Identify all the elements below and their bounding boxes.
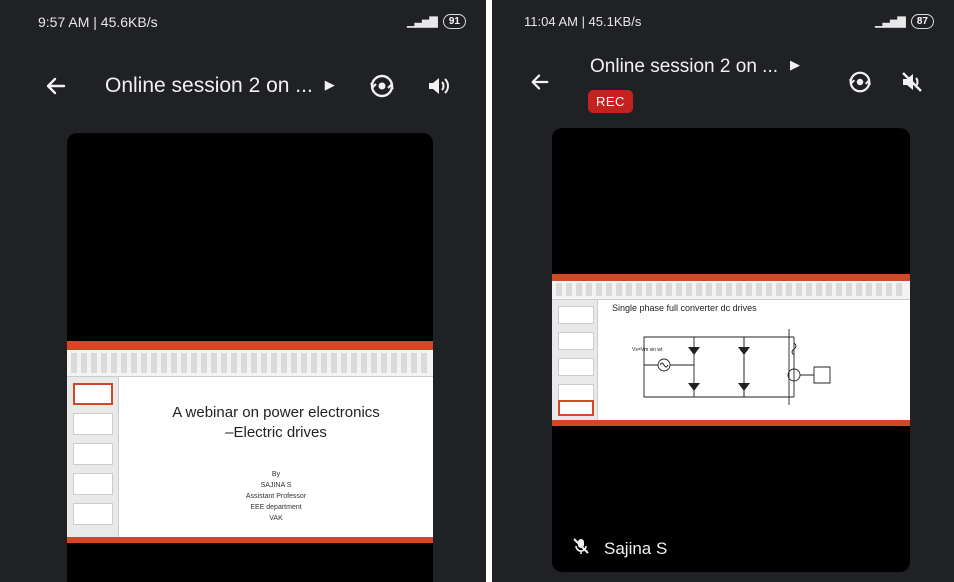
- right-screenshot: 11:04 AM | 45.1KB/s ▁▃▅▇ 87 Online sessi…: [492, 0, 954, 582]
- presentation-window: Single phase full converter dc drives Vs…: [552, 274, 910, 426]
- ppt-statusbar: [67, 537, 433, 543]
- slide-title-line-2: –Electric drives: [225, 424, 327, 441]
- caret-right-icon: ▶: [324, 77, 335, 92]
- slide-canvas: Single phase full converter dc drives Vs…: [600, 301, 908, 418]
- slide-canvas: A webinar on power electronics –Electric…: [121, 379, 431, 535]
- back-arrow-icon[interactable]: [36, 66, 76, 106]
- meeting-title-text: Online session 2 on ...: [105, 74, 313, 97]
- presentation-window: A webinar on power electronics –Electric…: [67, 341, 433, 543]
- circuit-diagram: Vs=Vm sin wt: [632, 329, 831, 405]
- speaker-muted-icon[interactable]: [892, 62, 932, 102]
- shared-screen: A webinar on power electronics –Electric…: [67, 133, 433, 582]
- meeting-title[interactable]: Online session 2 on ... ▶: [105, 74, 335, 98]
- credit-line: SAJINA S: [260, 482, 292, 489]
- caret-right-icon: ▶: [790, 57, 800, 72]
- slide-thumbnails: [552, 300, 598, 420]
- circuit-label: Vs=Vm sin wt: [632, 347, 663, 353]
- shared-screen: Single phase full converter dc drives Vs…: [552, 128, 910, 572]
- ppt-statusbar: [552, 420, 910, 426]
- status-bar: 9:57 AM | 45.6KB/s ▁▃▅▇ 91: [0, 14, 486, 36]
- slide-title: Single phase full converter dc drives: [612, 303, 757, 313]
- switch-camera-icon[interactable]: [840, 62, 880, 102]
- credit-line: EEE department: [250, 504, 302, 511]
- credit-line: By: [271, 471, 281, 478]
- recording-badge: REC: [588, 90, 633, 113]
- signal-icon: ▁▃▅▇: [875, 16, 906, 28]
- status-time: 9:57 AM | 45.6KB/s: [38, 14, 158, 30]
- status-time: 11:04 AM | 45.1KB/s: [524, 14, 642, 29]
- meeting-title-text: Online session 2 on ...: [590, 56, 778, 77]
- back-arrow-icon[interactable]: [520, 62, 560, 102]
- mic-muted-icon: [572, 537, 590, 560]
- switch-camera-icon[interactable]: [362, 66, 402, 106]
- battery-icon: 87: [910, 14, 934, 29]
- battery-icon: 91: [442, 14, 466, 29]
- participant-name: Sajina S: [604, 538, 668, 558]
- participant-label: Sajina S: [572, 537, 667, 560]
- credit-line: Assistant Professor: [245, 493, 307, 500]
- speaker-icon[interactable]: [418, 66, 458, 106]
- slide-credits: By SAJINA S Assistant Professor EEE depa…: [121, 469, 431, 524]
- ppt-ribbon: [67, 341, 433, 377]
- status-icons: ▁▃▅▇ 91: [407, 14, 466, 29]
- meeting-title[interactable]: Online session 2 on ... ▶: [590, 56, 800, 78]
- slide-title-line-1: A webinar on power electronics: [172, 404, 380, 421]
- call-toolbar: Online session 2 on ... ▶: [492, 56, 954, 110]
- slide-thumbnails: [67, 377, 119, 537]
- signal-icon: ▁▃▅▇: [407, 16, 438, 28]
- ppt-ribbon: [552, 274, 910, 300]
- call-toolbar: Online session 2 on ... ▶: [0, 62, 486, 110]
- status-icons: ▁▃▅▇ 87: [875, 14, 934, 29]
- status-bar: 11:04 AM | 45.1KB/s ▁▃▅▇ 87: [492, 14, 954, 36]
- left-screenshot: 9:57 AM | 45.6KB/s ▁▃▅▇ 91 Online sessio…: [0, 0, 486, 582]
- slide-title: A webinar on power electronics –Electric…: [121, 403, 431, 443]
- credit-line: VAK: [269, 515, 283, 522]
